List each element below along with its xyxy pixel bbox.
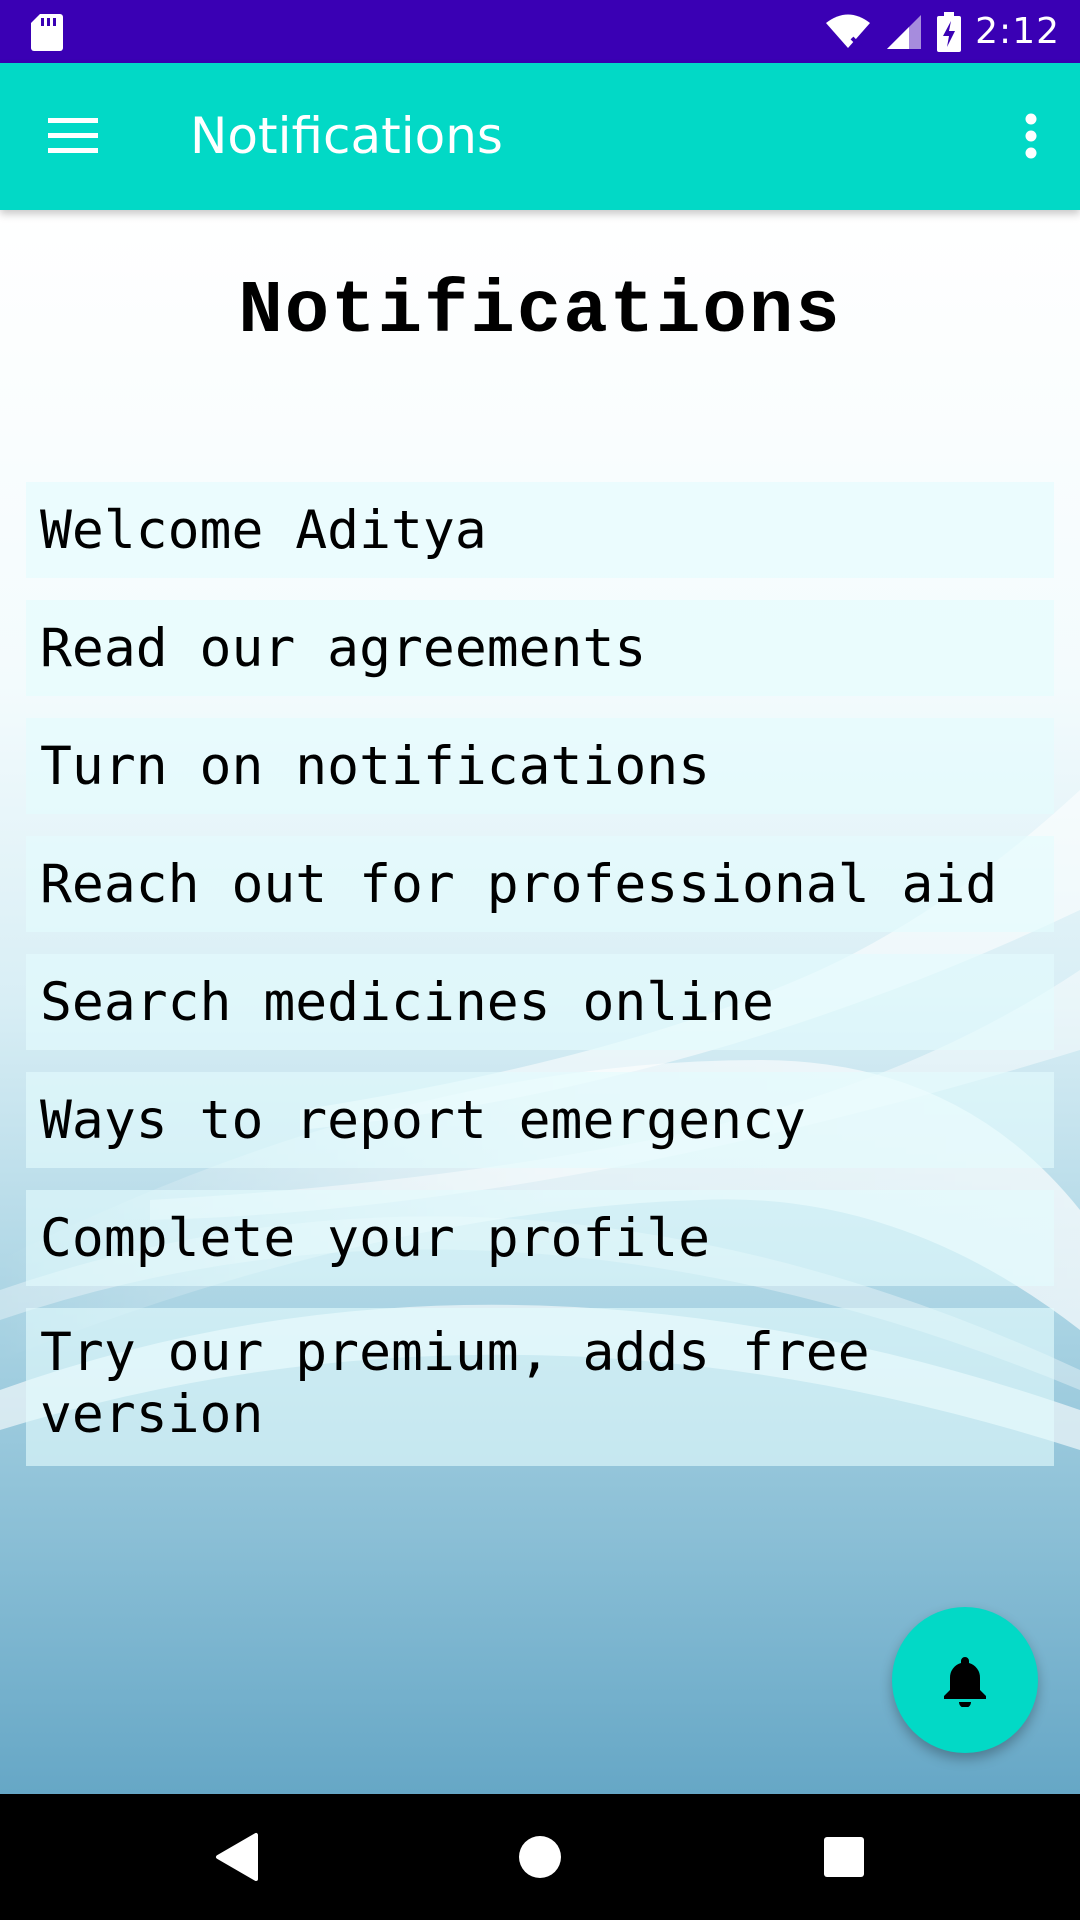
page-heading: Notifications bbox=[238, 270, 842, 354]
back-button[interactable] bbox=[196, 1817, 276, 1897]
navigation-bar bbox=[0, 1794, 1080, 1920]
notification-item-search-medicines[interactable]: Search medicines online bbox=[26, 954, 1054, 1050]
menu-button[interactable] bbox=[28, 91, 118, 181]
content-area: Notifications Welcome Aditya Read our ag… bbox=[0, 210, 1080, 1794]
recents-button[interactable] bbox=[804, 1817, 884, 1897]
status-time: 2:12 bbox=[975, 11, 1060, 52]
more-vert-icon bbox=[1025, 113, 1037, 159]
home-icon bbox=[519, 1836, 561, 1878]
bell-icon bbox=[944, 1657, 986, 1707]
overflow-menu-button[interactable] bbox=[996, 91, 1066, 181]
notification-item-complete-profile[interactable]: Complete your profile bbox=[26, 1190, 1054, 1286]
notification-item-professional-aid[interactable]: Reach out for professional aid bbox=[26, 836, 1054, 932]
notification-item-agreements[interactable]: Read our agreements bbox=[26, 600, 1054, 696]
sd-card-icon bbox=[31, 14, 63, 51]
menu-icon bbox=[48, 118, 98, 153]
battery-charging-icon bbox=[937, 11, 962, 52]
signal-icon bbox=[887, 14, 922, 49]
status-icons: 2:12 bbox=[825, 0, 1060, 63]
back-icon bbox=[216, 1833, 258, 1881]
app-bar-title: Notifications bbox=[190, 107, 503, 165]
recents-icon bbox=[824, 1837, 864, 1877]
notification-list: Welcome Aditya Read our agreements Turn … bbox=[26, 482, 1054, 1488]
notification-item-welcome[interactable]: Welcome Aditya bbox=[26, 482, 1054, 578]
notification-item-report-emergency[interactable]: Ways to report emergency bbox=[26, 1072, 1054, 1168]
home-button[interactable] bbox=[500, 1817, 580, 1897]
notification-item-premium[interactable]: Try our premium, adds free version bbox=[26, 1308, 1054, 1466]
notification-item-turn-on-notifications[interactable]: Turn on notifications bbox=[26, 718, 1054, 814]
app-bar: Notifications bbox=[0, 63, 1080, 210]
screen: 2:12 Notifications Notifications Welcome… bbox=[0, 0, 1080, 1920]
wifi-icon bbox=[826, 14, 871, 49]
status-bar: 2:12 bbox=[0, 0, 1080, 63]
notifications-fab-button[interactable] bbox=[892, 1607, 1038, 1753]
